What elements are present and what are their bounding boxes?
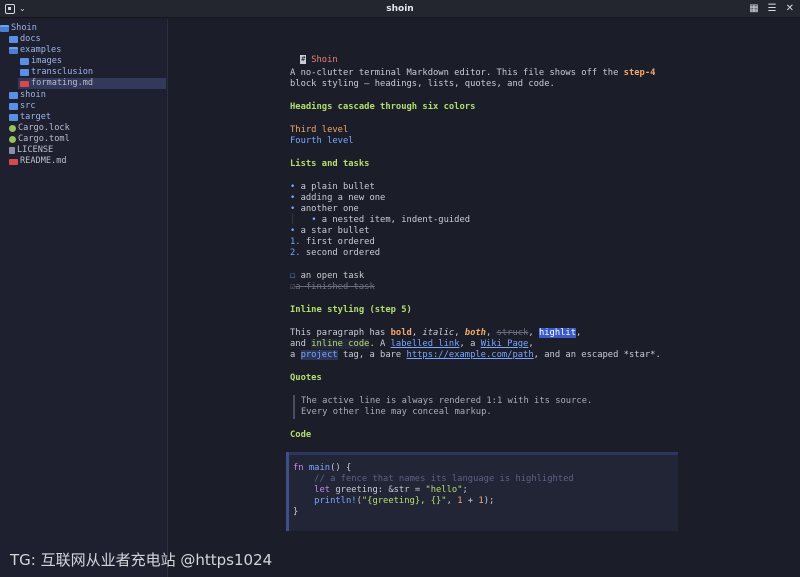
tree-item-target[interactable]: target <box>9 112 51 123</box>
bullet-icon: • <box>290 204 296 214</box>
task-done[interactable]: ☑a finished task <box>290 282 375 293</box>
code-line[interactable]: fn main() { <box>293 463 351 474</box>
bullet-icon: • <box>290 182 296 192</box>
list-item[interactable]: • a plain bullet <box>290 182 375 193</box>
markdown-file-icon <box>9 158 18 165</box>
quote-line-2[interactable]: Every other line may conceal markup. <box>301 407 492 418</box>
wiki-link[interactable]: Wiki Page <box>481 339 529 349</box>
hamburger-menu-icon[interactable]: ☰ <box>768 3 777 15</box>
tree-item-docs[interactable]: docs <box>9 34 41 45</box>
heading-inline-styling[interactable]: Inline styling (step 5) <box>290 305 412 316</box>
checkbox-empty-icon[interactable]: ☐ <box>290 271 295 281</box>
window-title: shoin <box>386 3 414 14</box>
heading-quotes[interactable]: Quotes <box>290 373 322 384</box>
markdown-file-icon <box>20 80 29 87</box>
list-item[interactable]: • adding a new one <box>290 193 385 204</box>
tree-item-cargo-lock[interactable]: Cargo.lock <box>9 123 70 134</box>
layout-grid-icon[interactable]: ▦ <box>749 3 758 15</box>
bare-url-link[interactable]: https://example.com/path <box>407 350 534 360</box>
heading-fourth-level[interactable]: Fourth level <box>290 136 354 147</box>
quote-line-1[interactable]: The active line is always rendered 1:1 w… <box>301 396 592 407</box>
folder-icon <box>20 69 29 76</box>
title-bar: ⌄ shoin ▦ ☰ ✕ <box>0 0 800 18</box>
folder-icon <box>20 58 29 65</box>
tree-item-readme[interactable]: README.md <box>9 156 67 167</box>
heading-code[interactable]: Code <box>290 430 311 441</box>
chevron-down-icon[interactable]: ⌄ <box>19 4 26 13</box>
close-icon[interactable]: ✕ <box>786 3 794 15</box>
list-item[interactable]: • another one <box>290 204 359 215</box>
ordered-item[interactable]: 2. second ordered <box>290 248 380 259</box>
tree-item-cargo-toml[interactable]: Cargo.toml <box>9 134 70 145</box>
star-bullet-icon: • <box>290 226 296 236</box>
file-tree-sidebar: Shoin docs examples images transclusion … <box>0 19 168 577</box>
paragraph-line-3[interactable]: a project tag, a bare https://example.co… <box>290 350 661 361</box>
folder-icon <box>9 103 18 110</box>
code-block[interactable]: fn main() { // a fence that names its la… <box>286 452 678 531</box>
cargo-file-icon <box>9 125 16 132</box>
paragraph-line-1[interactable]: This paragraph has bold, italic, both, s… <box>290 328 581 339</box>
list-item-nested[interactable]: │ • a nested item, indent-guided <box>290 215 470 226</box>
tree-item-shoin[interactable]: shoin <box>9 90 46 101</box>
heading-third-level[interactable]: Third level <box>290 125 348 136</box>
tree-item-src[interactable]: src <box>9 101 36 112</box>
code-line[interactable]: // a fence that names its language is hi… <box>293 474 574 485</box>
sidebar-toggle-icon[interactable] <box>5 3 15 14</box>
tree-item-examples[interactable]: examples <box>9 45 61 56</box>
code-line[interactable]: let greeting: &str = "hello"; <box>293 485 468 496</box>
tree-item-images[interactable]: images <box>20 56 62 67</box>
tree-item-formating-md[interactable]: formating.md <box>18 78 166 89</box>
watermark-text: TG: 互联网从业者充电站 @https1024 <box>10 551 273 569</box>
blockquote-bar <box>293 395 295 419</box>
folder-open-icon <box>0 25 9 32</box>
tree-item-transclusion[interactable]: transclusion <box>20 67 93 78</box>
bullet-icon: • <box>290 193 296 203</box>
code-line[interactable]: println!("{greeting}, {}", 1 + 1); <box>293 496 494 507</box>
folder-icon <box>9 114 18 121</box>
folder-icon <box>9 92 18 99</box>
labelled-link[interactable]: labelled link <box>391 339 460 349</box>
intro-line-1[interactable]: A no-clutter terminal Markdown editor. T… <box>290 68 655 79</box>
task-open[interactable]: ☐ an open task <box>290 271 364 282</box>
heading-lists[interactable]: Lists and tasks <box>290 159 369 170</box>
paragraph-line-2[interactable]: and inline code. A labelled link, a Wiki… <box>290 339 534 350</box>
project-tag[interactable]: project <box>300 350 338 360</box>
tree-item-license[interactable]: LICENSE <box>9 145 53 156</box>
list-item[interactable]: • a star bullet <box>290 226 369 237</box>
tree-item-shoin-root[interactable]: Shoin <box>0 23 37 34</box>
folder-open-icon <box>9 47 18 54</box>
heading-1-line[interactable]: # Shoin <box>279 44 338 65</box>
license-file-icon <box>9 147 15 154</box>
ordered-item[interactable]: 1. first ordered <box>290 237 375 248</box>
cursor-icon: # <box>300 55 307 64</box>
markdown-editor[interactable]: # Shoin A no-clutter terminal Markdown ed… <box>169 19 800 577</box>
cargo-file-icon <box>9 136 16 143</box>
bullet-icon: • <box>311 215 317 225</box>
folder-icon <box>9 36 18 43</box>
intro-line-2[interactable]: block styling — headings, lists, quotes,… <box>290 79 555 90</box>
code-line[interactable]: } <box>293 507 298 518</box>
heading-cascade[interactable]: Headings cascade through six colors <box>290 102 475 113</box>
